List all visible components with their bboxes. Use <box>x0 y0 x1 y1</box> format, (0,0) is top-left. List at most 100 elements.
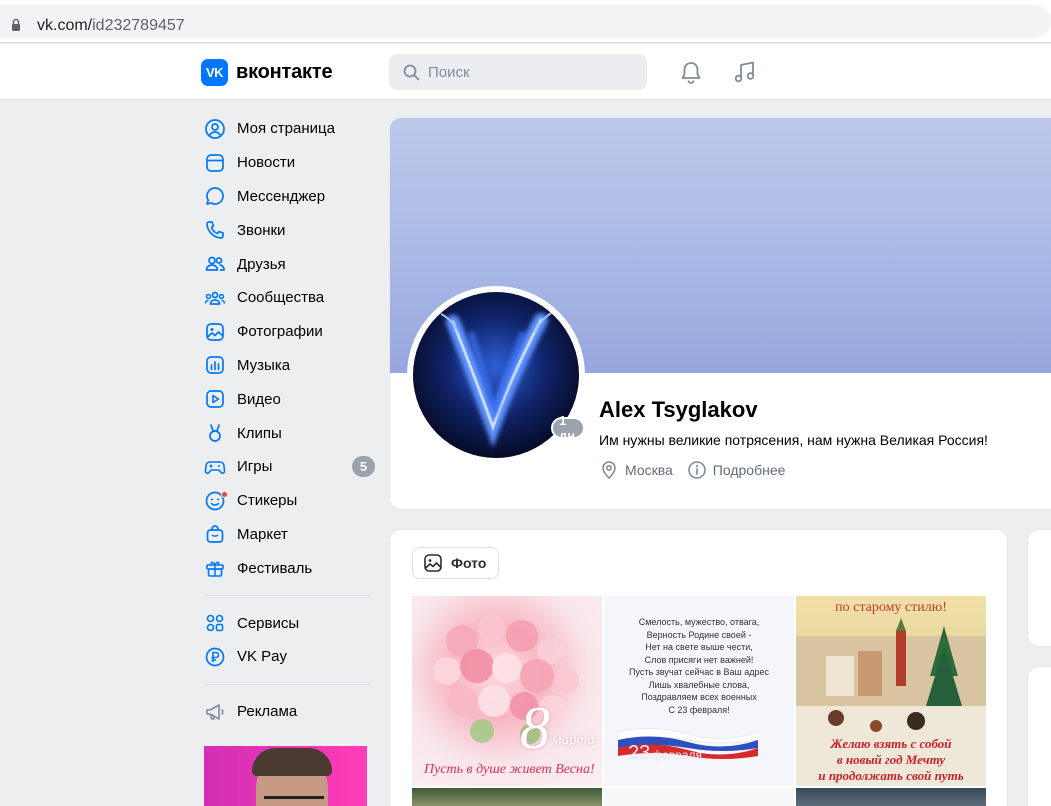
tile1-number: 8 <box>520 695 550 761</box>
url-text[interactable]: vk.com/id232789457 <box>37 17 185 35</box>
photos-card: Фото 8 марта Пусть в душе живет Весна! С… <box>389 529 1008 806</box>
right-info-card <box>1027 666 1051 806</box>
photo-tile[interactable] <box>412 788 602 806</box>
sidebar-item-vk-pay[interactable]: VK Pay <box>200 640 380 674</box>
megaphone-icon <box>206 703 224 720</box>
search-input[interactable] <box>428 63 628 81</box>
profile-meta: Москва Подробнее <box>599 460 785 480</box>
url-field[interactable]: vk.com/id232789457 <box>0 5 1051 38</box>
profile-avatar[interactable]: 1 дн <box>407 286 585 464</box>
sidebar-item-label: Видео <box>237 390 281 408</box>
bell-icon[interactable] <box>678 59 704 85</box>
promo-person-hair <box>252 748 332 776</box>
photo-tile[interactable]: 8 марта Пусть в душе живет Весна! <box>412 596 602 786</box>
profile-header-card: 1 дн Alex Tsyglakov Им нужны великие пот… <box>389 117 1051 510</box>
tile3-line2: в новый год Мечту <box>836 752 946 767</box>
sidebar-item-my-page[interactable]: Моя страница <box>200 112 380 146</box>
clips-icon <box>209 424 221 442</box>
last-seen-badge: 1 дн <box>551 413 585 443</box>
sidebar-item-services[interactable]: Сервисы <box>200 606 380 640</box>
vk-logo[interactable]: VK вконтакте <box>201 59 333 86</box>
phone-icon <box>206 221 224 240</box>
sidebar-item-label: Стикеры <box>237 492 298 510</box>
sidebar-item-music[interactable]: Музыка <box>200 349 380 383</box>
sidebar-item-news[interactable]: Новости <box>200 146 380 180</box>
sidebar-nav: Моя страница Новости Мессенджер Звонки Д… <box>200 112 380 729</box>
profile-more-link[interactable]: Подробнее <box>713 462 786 478</box>
sidebar-item-label: Друзья <box>237 255 286 273</box>
sidebar-item-label: Мессенджер <box>237 187 326 205</box>
sidebar-promo-banner[interactable] <box>204 746 367 806</box>
sidebar-item-communities[interactable]: Сообщества <box>200 281 380 315</box>
url-path: id232789457 <box>92 17 185 34</box>
music-icon <box>206 356 224 375</box>
market-bag-icon <box>206 525 224 544</box>
sidebar-item-clips[interactable]: Клипы <box>200 416 380 450</box>
sidebar-item-label: Сообщества <box>237 289 325 307</box>
poem-line: Верность Родине своей - <box>646 629 752 640</box>
sidebar-item-friends[interactable]: Друзья <box>200 247 380 281</box>
sidebar-item-calls[interactable]: Звонки <box>200 213 380 247</box>
photo-tile[interactable] <box>796 788 986 806</box>
right-info-card <box>1027 529 1051 647</box>
news-feed-icon <box>206 153 224 172</box>
sidebar-item-messenger[interactable]: Мессенджер <box>200 180 380 214</box>
vk-logo-mark: VK <box>201 59 228 86</box>
sidebar-item-ads[interactable]: Реклама <box>200 695 380 729</box>
sidebar-item-label: Фестиваль <box>237 559 313 577</box>
info-icon <box>687 461 706 479</box>
sidebar-item-label: Фотографии <box>237 323 323 341</box>
sidebar-item-label: Сервисы <box>237 614 300 632</box>
top-header: VK вконтакте <box>0 44 1051 100</box>
sidebar-item-stickers[interactable]: Стикеры <box>200 484 380 518</box>
sidebar-item-label: Маркет <box>237 525 288 543</box>
photo-tile[interactable] <box>604 788 794 806</box>
sidebar-item-video[interactable]: Видео <box>200 382 380 416</box>
sidebar-item-label: Звонки <box>237 221 286 239</box>
photos-tab-label: Фото <box>451 555 487 571</box>
vk-pay-icon <box>205 647 225 667</box>
flower-bouquet-illustration <box>433 614 579 744</box>
poem-line: Смелость, мужество, отвага, <box>638 617 760 627</box>
sidebar-divider <box>204 595 371 597</box>
vk-logo-text: вконтакте <box>236 61 333 83</box>
tile2-poem: Смелость, мужество, отвага, Верность Род… <box>604 616 794 716</box>
gamepad-icon <box>204 461 226 474</box>
poem-line: Поздравляем всех военных <box>641 692 757 702</box>
video-icon <box>206 390 224 409</box>
user-circle-icon <box>205 119 225 139</box>
tile3-line1: Желаю взять с собой <box>830 736 952 751</box>
sidebar-item-market[interactable]: Маркет <box>200 518 380 552</box>
tile2-date: 23 февраля <box>628 742 702 765</box>
music-note-icon[interactable] <box>732 59 758 85</box>
chat-bubble-icon <box>206 187 224 206</box>
sidebar-divider <box>204 683 371 685</box>
url-host: vk.com/ <box>37 17 93 34</box>
photo-icon <box>206 322 224 341</box>
poem-line: Лишь хвалебные слова, <box>648 679 750 690</box>
photo-tile[interactable]: Смелость, мужество, отвага, Верность Род… <box>604 596 794 786</box>
tile2-month: февраля <box>652 748 703 762</box>
tile1-month: марта <box>552 732 595 748</box>
tile2-day: 23 <box>628 742 651 764</box>
sidebar-item-label: Реклама <box>237 703 298 721</box>
profile-city[interactable]: Москва <box>625 462 673 478</box>
sidebar-item-label: Игры <box>237 458 273 476</box>
tile3-line3: и продолжать свой путь <box>818 768 964 783</box>
services-grid-icon <box>206 614 224 632</box>
sidebar-item-label: Новости <box>237 154 296 172</box>
sidebar-item-photos[interactable]: Фотографии <box>200 315 380 349</box>
sidebar-item-label: VK Pay <box>237 648 288 666</box>
location-pin-icon <box>602 461 616 480</box>
search-box[interactable] <box>389 54 647 90</box>
poem-line: С 23 февраля! <box>668 704 730 715</box>
sidebar-item-festival[interactable]: Фестиваль <box>200 551 380 585</box>
lock-icon <box>12 18 20 31</box>
notification-dot <box>221 490 228 498</box>
photo-tile[interactable]: по старому стилю! Желаю взять с собой в … <box>796 596 986 786</box>
sidebar-item-games[interactable]: Игры 5 <box>200 450 380 484</box>
browser-address-bar: vk.com/id232789457 <box>0 0 1051 43</box>
photos-tab[interactable]: Фото <box>412 547 500 579</box>
tile1-caption: Пусть в душе живет Весна! <box>424 762 595 777</box>
promo-person-glasses <box>264 796 324 806</box>
